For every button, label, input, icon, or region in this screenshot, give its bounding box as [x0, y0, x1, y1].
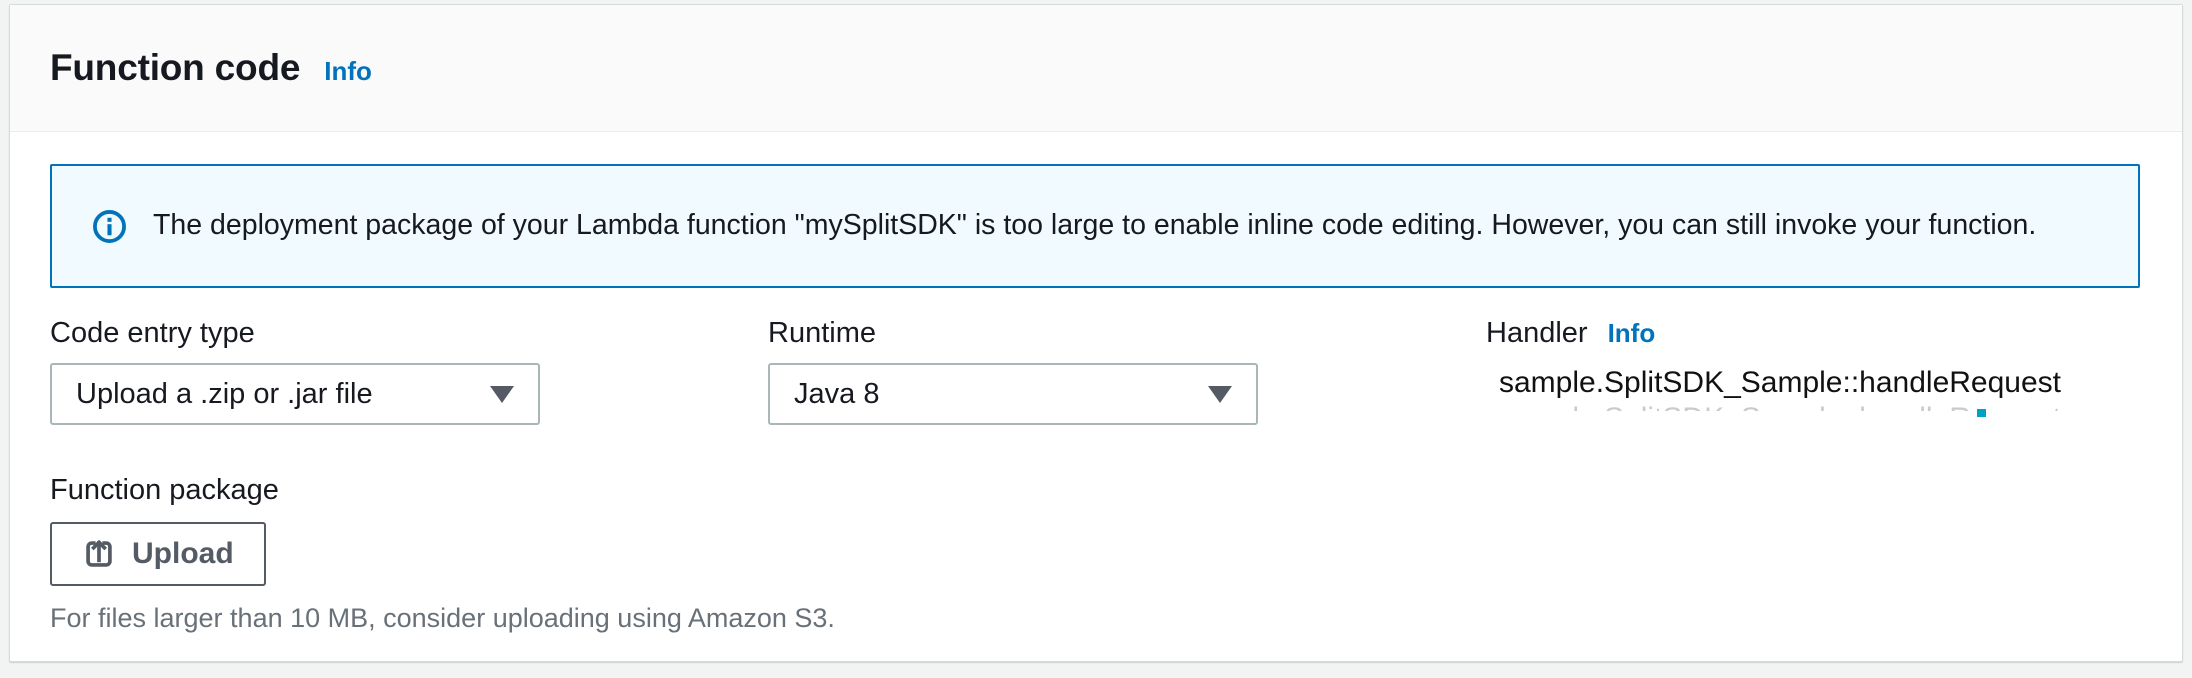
handler-label: Handler: [1486, 317, 1588, 350]
info-alert: The deployment package of your Lambda fu…: [50, 164, 2140, 288]
upload-button[interactable]: Upload: [50, 522, 266, 586]
function-code-panel: Function code Info The deployment packag…: [9, 4, 2183, 662]
upload-button-label: Upload: [132, 537, 234, 571]
runtime-label: Runtime: [768, 317, 876, 350]
panel-header: Function code Info: [10, 5, 2182, 132]
runtime-value: Java 8: [794, 378, 1208, 411]
upload-helper-text: For files larger than 10 MB, consider up…: [50, 603, 2142, 634]
handler-info-link[interactable]: Info: [1608, 318, 1656, 349]
panel-info-link[interactable]: Info: [324, 56, 372, 87]
alert-message: The deployment package of your Lambda fu…: [153, 207, 2036, 244]
info-circle-icon: [92, 209, 127, 244]
function-package-label: Function package: [50, 474, 2142, 507]
code-entry-type-label: Code entry type: [50, 317, 255, 350]
runtime-field: Runtime Java 8: [768, 317, 1486, 425]
handler-value-wrap: sample.SplitSDK_Sample::handleRequest sa…: [1486, 366, 2126, 411]
handler-field: Handler Info sample.SplitSDK_Sample::han…: [1486, 317, 2142, 425]
function-package-section: Function package Upload For files larger…: [50, 474, 2142, 634]
caret-down-icon: [1208, 386, 1232, 403]
code-entry-type-field: Code entry type Upload a .zip or .jar fi…: [50, 317, 768, 425]
panel-title: Function code: [50, 47, 300, 89]
code-entry-type-value: Upload a .zip or .jar file: [76, 378, 490, 411]
handler-render-artifact: sample.SplitSDK_Sample::handleRequest: [1499, 402, 2126, 411]
code-entry-type-select[interactable]: Upload a .zip or .jar file: [50, 363, 540, 425]
runtime-select[interactable]: Java 8: [768, 363, 1258, 425]
handler-value: sample.SplitSDK_Sample::handleRequest: [1499, 366, 2126, 400]
fields-row: Code entry type Upload a .zip or .jar fi…: [50, 317, 2142, 425]
text-cursor-artifact: [1977, 409, 1986, 417]
caret-down-icon: [490, 386, 514, 403]
upload-icon: [82, 537, 116, 571]
page-background: Function code Info The deployment packag…: [0, 0, 2192, 678]
panel-body: The deployment package of your Lambda fu…: [10, 132, 2182, 674]
